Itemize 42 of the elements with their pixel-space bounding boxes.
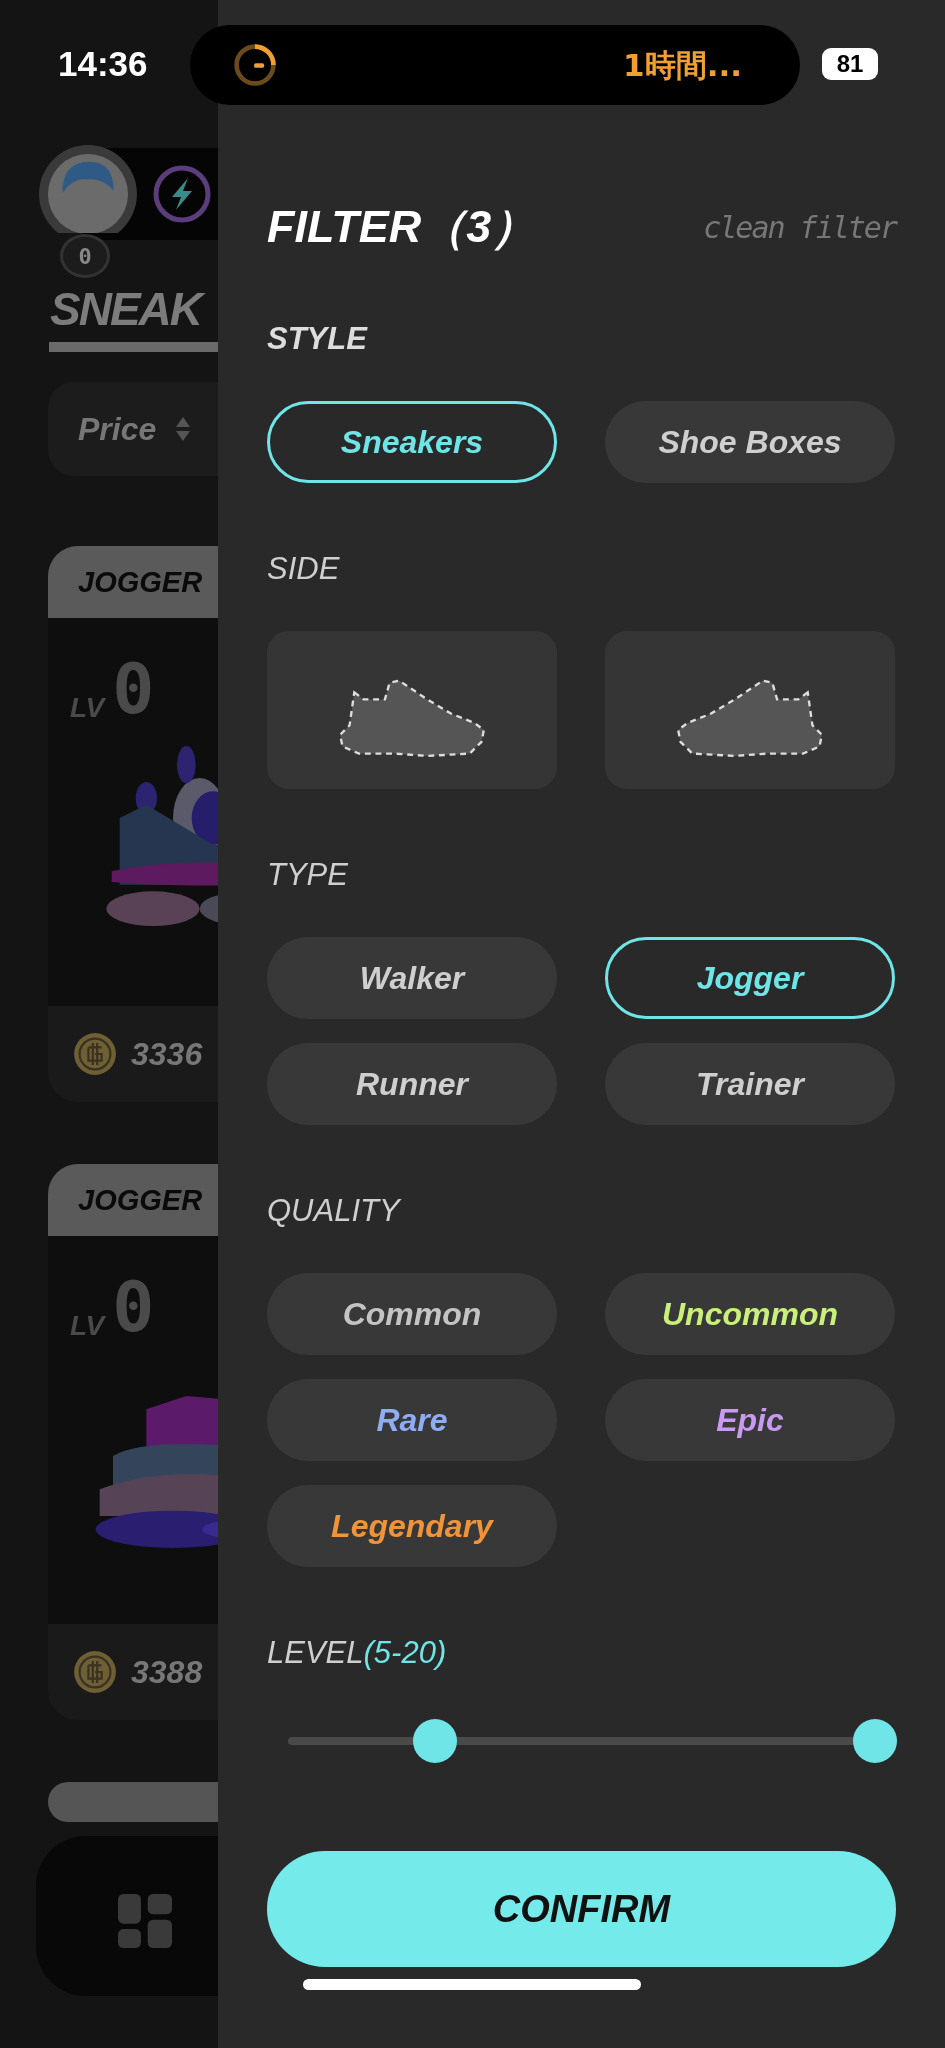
type-option[interactable]: Walker [267,937,557,1019]
type-option[interactable]: Trainer [605,1043,895,1125]
sneaker-card[interactable] [48,1782,218,1822]
section-label: SIDE [267,550,341,588]
status-time: 14:36 [58,44,148,84]
level-value: 0 [112,654,155,724]
section-label: TYPE [267,856,349,894]
price-text: 3388 [131,1653,203,1691]
sort-icon [176,417,191,441]
level-label: LV [70,1310,105,1342]
coin-icon [73,1650,117,1694]
style-option[interactable]: Shoe Boxes [605,401,895,483]
section-label: STYLE [267,320,369,358]
lightning-icon[interactable] [152,164,212,224]
battery-icon: 81 [822,48,878,80]
style-option[interactable]: Sneakers [267,401,557,483]
section-label: QUALITY [267,1192,403,1230]
sneaker-card[interactable]: JOGGER LV 0 3336 [48,546,218,1102]
quality-option[interactable]: Rare [267,1379,557,1461]
confirm-button[interactable]: CONFIRM [267,1851,896,1967]
level-badge: 0 [60,234,110,278]
type-option[interactable]: Jogger [605,937,895,1019]
slider-handle[interactable] [853,1719,897,1763]
level-value: 0 [112,1272,155,1342]
quality-option[interactable]: Uncommon [605,1273,895,1355]
activity-text: 1時間... [623,46,742,85]
type-option[interactable]: Runner [267,1043,557,1125]
quality-option[interactable]: Common [267,1273,557,1355]
coin-icon [73,1032,117,1076]
category-tab: JOGGER [48,546,218,618]
price-text: 3336 [131,1035,203,1073]
quality-option[interactable]: Epic [605,1379,895,1461]
timer-icon [232,42,278,88]
sneaker-card[interactable]: JOGGER LV 0 3388 [48,1164,218,1720]
avatar-icon[interactable] [38,144,138,233]
filter-title: FILTER（3） [267,200,537,254]
category-tab: JOGGER [48,1164,218,1236]
sort-dropdown[interactable]: Price [48,382,218,476]
quality-option[interactable]: Legendary [267,1485,557,1567]
slider-handle[interactable] [412,1719,457,1763]
level-label: LV [70,692,105,724]
level-label: LEVEL(5-20) [267,1634,448,1672]
